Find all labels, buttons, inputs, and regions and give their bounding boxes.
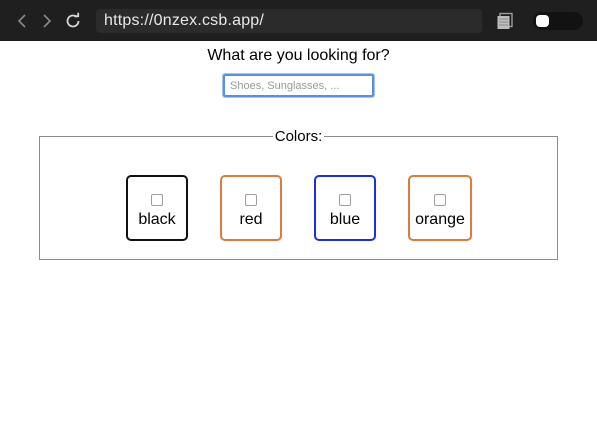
color-label-red: red: [239, 211, 263, 228]
color-option-orange[interactable]: orange: [408, 175, 472, 241]
color-checkbox-red[interactable]: [245, 194, 257, 206]
color-checkbox-black[interactable]: [151, 194, 163, 206]
color-checkbox-orange[interactable]: [434, 194, 446, 206]
address-bar[interactable]: https://0nzex.csb.app/: [96, 9, 482, 33]
chevron-left-icon[interactable]: [13, 12, 31, 30]
colors-legend: Colors:: [274, 128, 323, 145]
extensions-icon[interactable]: [496, 12, 514, 30]
toggle-knob: [536, 15, 549, 27]
chevron-right-icon[interactable]: [38, 12, 56, 30]
page-content: What are you looking for? Colors: black …: [0, 41, 597, 428]
color-option-red[interactable]: red: [220, 175, 282, 241]
color-label-orange: orange: [415, 211, 465, 228]
color-options: black red blue orange: [40, 175, 557, 245]
browser-toolbar: https://0nzex.csb.app/: [0, 0, 597, 41]
colors-fieldset: Colors: black red blue orange: [39, 128, 558, 260]
color-option-black[interactable]: black: [126, 175, 188, 241]
color-label-black: black: [138, 211, 176, 228]
search-input[interactable]: [222, 73, 375, 98]
reload-icon[interactable]: [64, 12, 82, 30]
search-question: What are you looking for?: [207, 47, 390, 64]
color-checkbox-blue[interactable]: [339, 194, 351, 206]
color-option-blue[interactable]: blue: [314, 175, 376, 241]
profile-toggle[interactable]: [533, 12, 583, 30]
color-label-blue: blue: [329, 211, 361, 228]
